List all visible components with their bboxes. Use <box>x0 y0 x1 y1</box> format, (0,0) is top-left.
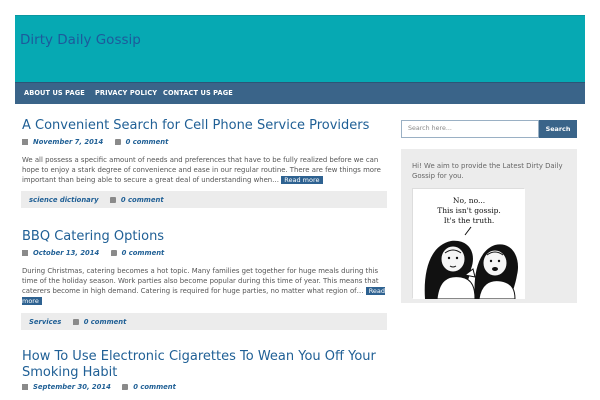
calendar-icon <box>22 139 28 145</box>
post-date[interactable]: November 7, 2014 <box>33 138 103 146</box>
gossip-illustration: No, no... This isn't gossip. It's the tr… <box>413 189 525 300</box>
comment-icon <box>114 139 121 145</box>
post-date[interactable]: September 30, 2014 <box>33 383 111 391</box>
search-button[interactable]: Search <box>539 120 577 138</box>
post-excerpt: We all possess a specific amount of need… <box>22 155 390 185</box>
post-comments[interactable]: 0 comment <box>126 138 169 146</box>
excerpt-text: We all possess a specific amount of need… <box>22 156 381 185</box>
widget-text: Hi! We aim to provide the Latest Dirty D… <box>412 162 563 180</box>
calendar-icon <box>22 250 28 256</box>
post-category[interactable]: science dictionary <box>29 196 99 204</box>
post-comments[interactable]: 0 comment <box>84 318 127 326</box>
post-footer: Services 0 comment <box>21 313 387 330</box>
post-meta: November 7, 2014 0 comment <box>22 138 168 146</box>
post-footer-meta: Services 0 comment <box>29 318 126 326</box>
read-more-button[interactable]: Read more <box>281 176 323 185</box>
post-comments[interactable]: 0 comment <box>121 196 164 204</box>
post-comments[interactable]: 0 comment <box>133 383 176 391</box>
post-comments[interactable]: 0 comment <box>122 249 165 257</box>
search-input[interactable]: Search here... <box>401 120 539 138</box>
site-title[interactable]: Dirty Daily Gossip <box>20 32 141 48</box>
post-excerpt: During Christmas, catering becomes a hot… <box>22 266 390 306</box>
post-footer-meta: science dictionary 0 comment <box>29 196 164 204</box>
post-meta: October 13, 2014 0 comment <box>22 249 164 257</box>
post-title[interactable]: BBQ Catering Options <box>22 229 164 245</box>
site-header: Dirty Daily Gossip <box>15 15 585 82</box>
site: Dirty Daily Gossip ABOUT US PAGE PRIVACY… <box>15 15 585 400</box>
main-content: A Convenient Search for Cell Phone Servi… <box>15 104 585 400</box>
excerpt-text: During Christmas, catering becomes a hot… <box>22 267 379 296</box>
comment-icon <box>122 384 129 390</box>
nav-item-contact[interactable]: CONTACT US PAGE <box>163 89 233 97</box>
nav-item-privacy[interactable]: PRIVACY POLICY <box>95 89 157 97</box>
sidebar-widget: Hi! We aim to provide the Latest Dirty D… <box>401 149 577 303</box>
main-nav: ABOUT US PAGE PRIVACY POLICY CONTACT US … <box>15 82 585 104</box>
post-meta: September 30, 2014 0 comment <box>22 383 176 391</box>
caption-line-2: This isn't gossip. <box>437 206 501 215</box>
comment-icon <box>72 318 79 325</box>
post-title[interactable]: How To Use Electronic Cigarettes To Wean… <box>22 349 382 381</box>
comment-icon <box>109 196 116 203</box>
nav-item-about[interactable]: ABOUT US PAGE <box>24 89 85 97</box>
gossip-image: No, no... This isn't gossip. It's the tr… <box>412 188 525 300</box>
post-date[interactable]: October 13, 2014 <box>33 249 99 257</box>
caption-line-1: No, no... <box>453 196 485 205</box>
search-placeholder: Search here... <box>408 125 452 132</box>
post-footer: science dictionary 0 comment <box>21 191 387 208</box>
post-category[interactable]: Services <box>29 318 61 326</box>
calendar-icon <box>22 384 28 390</box>
comment-icon <box>110 250 117 256</box>
post-title[interactable]: A Convenient Search for Cell Phone Servi… <box>22 118 369 134</box>
caption-line-3: It's the truth. <box>444 216 495 225</box>
